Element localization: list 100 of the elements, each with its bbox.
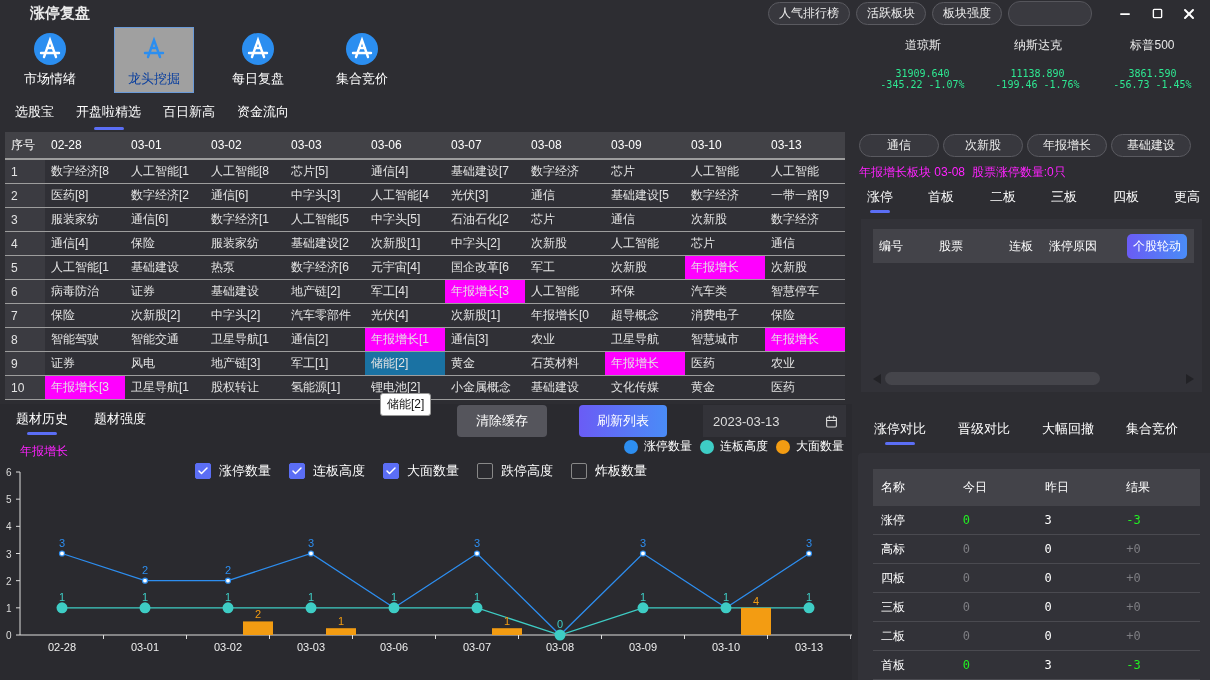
column-header: 03-13 (765, 132, 845, 159)
table-cell: +0 (1118, 592, 1200, 622)
column-header: 03-08 (525, 132, 605, 159)
column-header: 03-03 (285, 132, 365, 159)
table-cell: 四板 (873, 563, 955, 593)
table-cell: 涨停 (873, 506, 955, 535)
chart-label: 年报增长 (20, 443, 68, 460)
table-cell: 0 (954, 650, 1037, 680)
axis-label: 03-07 (462, 641, 492, 653)
app-title: 涨停复盘 (30, 4, 91, 23)
table-cell: 0 (1036, 621, 1119, 651)
axis-label: 4 (6, 521, 12, 533)
axis-label: 0 (6, 630, 12, 641)
row-number: 3 (5, 207, 45, 232)
table-cell: +0 (1118, 621, 1200, 651)
data-label: 1 (390, 590, 398, 603)
axis-label: 03-09 (628, 641, 658, 653)
axis-label: 03-02 (213, 641, 243, 653)
index-name: 纳斯达克 (1013, 37, 1062, 54)
data-label: 1 (307, 590, 315, 603)
checkbox-label: 炸板数量 (595, 462, 647, 480)
index-change: -199.46 -1.76% (995, 79, 1080, 90)
table-cell: 二板 (873, 621, 955, 651)
row-number: 1 (5, 159, 45, 184)
table-cell: 首板 (873, 650, 955, 680)
table-cell: 0 (1036, 534, 1119, 564)
axis-label: 03-10 (711, 641, 741, 653)
legend-label: 连板高度 (720, 438, 768, 455)
data-label: 4 (752, 594, 760, 607)
column-header: 03-01 (125, 132, 205, 159)
column-header: 03-09 (605, 132, 685, 159)
column-header: 序号 (5, 132, 45, 159)
axis-label: 03-08 (545, 641, 575, 653)
table-cell: 0 (1036, 563, 1119, 593)
data-label: 1 (805, 590, 813, 603)
table-cell: -3 (1118, 650, 1200, 680)
column-header: 编号 (879, 237, 904, 255)
checkbox-label: 大面数量 (407, 462, 459, 480)
column-header: 03-07 (445, 132, 525, 159)
row-number: 8 (5, 327, 45, 352)
table-cell: 0 (1036, 592, 1119, 622)
sector-info: 年报增长板块 03-08 股票涨停数量:0只 (859, 164, 1067, 181)
table-cell: 0 (954, 621, 1037, 651)
axis-label: 6 (6, 467, 12, 478)
data-label: 1 (503, 615, 511, 628)
table-cell: 三板 (873, 592, 955, 622)
data-label: 3 (805, 536, 813, 549)
data-label: 1 (473, 590, 481, 603)
column-header: 02-28 (45, 132, 125, 159)
table-cell: 0 (954, 563, 1037, 593)
axis-label: 2 (6, 575, 12, 587)
row-number: 5 (5, 255, 45, 280)
index-value: 11138.890 (1010, 68, 1065, 79)
legend-label: 大面数量 (796, 438, 844, 455)
data-label: 1 (639, 590, 647, 603)
column-header: 结果 (1118, 469, 1200, 506)
axis-label: 5 (6, 494, 12, 506)
table-cell: +0 (1118, 534, 1200, 564)
index-change: -56.73 -1.45% (1113, 79, 1192, 90)
column-header: 今日 (954, 469, 1037, 506)
index-change: -345.22 -1.07% (880, 79, 965, 90)
data-label: 1 (141, 590, 149, 603)
column-header: 连板 (1009, 237, 1034, 255)
checkbox-label: 连板高度 (313, 462, 365, 480)
table-cell: -3 (1118, 506, 1200, 535)
data-label: 3 (639, 536, 647, 549)
column-header: 股票 (939, 237, 964, 255)
legend-label: 涨停数量 (644, 438, 692, 455)
data-label: 2 (141, 563, 149, 576)
data-label: 2 (224, 563, 232, 576)
data-label: 1 (58, 590, 66, 603)
axis-label: 03-06 (379, 641, 409, 653)
axis-label: 03-13 (794, 641, 824, 653)
column-header: 03-02 (205, 132, 285, 159)
axis-label: 03-03 (296, 641, 326, 653)
axis-label: 02-28 (47, 641, 77, 653)
data-label: 3 (307, 536, 315, 549)
checkbox-label: 跌停高度 (501, 462, 553, 480)
column-header: 昨日 (1036, 469, 1119, 506)
table-cell: 0 (954, 534, 1037, 564)
column-header: 名称 (873, 469, 955, 506)
row-number: 4 (5, 231, 45, 256)
table-cell: 高标 (873, 534, 955, 564)
axis-label: 1 (6, 602, 12, 614)
column-header: 03-10 (685, 132, 765, 159)
column-header: 03-06 (365, 132, 445, 159)
row-number: 7 (5, 303, 45, 328)
index-name: 标普500 (1130, 37, 1175, 54)
table-cell: 3 (1036, 650, 1119, 680)
data-label: 2 (254, 608, 262, 621)
axis-label: 03-01 (130, 641, 160, 653)
data-label: 3 (473, 536, 481, 549)
table-cell: 0 (954, 506, 1037, 535)
index-value: 3861.590 (1128, 68, 1177, 79)
row-number: 9 (5, 351, 45, 376)
index-name: 道琼斯 (904, 37, 941, 54)
row-number: 2 (5, 183, 45, 208)
tooltip: 储能[2] (380, 393, 432, 416)
data-label: 3 (58, 536, 66, 549)
data-label: 1 (224, 590, 232, 603)
